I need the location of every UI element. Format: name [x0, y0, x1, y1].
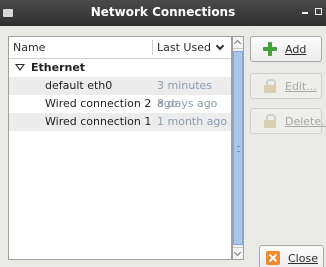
- list-scrollbar[interactable]: [232, 36, 244, 260]
- list-header: Name Last Used: [9, 37, 231, 59]
- delete-button-label: Delete...: [285, 115, 326, 128]
- close-button[interactable]: Close: [259, 245, 324, 267]
- expander-triangle-icon[interactable]: [15, 64, 25, 71]
- connection-name: default eth0: [45, 79, 113, 92]
- window-titlebar: Network Connections: [0, 0, 326, 26]
- delete-button[interactable]: Delete...: [250, 108, 326, 134]
- close-button-label: Close: [288, 252, 318, 265]
- scroll-grip-icon: [237, 146, 240, 152]
- column-header-name[interactable]: Name: [9, 37, 152, 58]
- edit-button-label: Edit...: [285, 80, 317, 93]
- connection-name: Wired connection 2: [45, 97, 152, 110]
- connection-last-used: 1 month ago: [157, 115, 228, 128]
- plus-icon: [263, 42, 277, 56]
- connection-last-used: 8 days ago: [157, 97, 218, 110]
- maximize-icon[interactable]: [315, 8, 322, 15]
- window-title: Network Connections: [90, 5, 236, 19]
- connections-list[interactable]: Name Last Used Ethernet default eth0 3 m…: [8, 36, 232, 260]
- lock-icon: [263, 114, 277, 128]
- lock-icon: [263, 79, 277, 93]
- scroll-down-icon[interactable]: [233, 247, 243, 259]
- scrollbar-thumb[interactable]: [233, 51, 243, 245]
- column-header-last-used-label: Last Used: [157, 41, 211, 54]
- list-item[interactable]: default eth0 3 minutes ago: [9, 77, 231, 110]
- group-row-ethernet[interactable]: Ethernet: [9, 59, 231, 77]
- connection-name: Wired connection 1: [45, 115, 152, 128]
- edit-button[interactable]: Edit...: [250, 73, 322, 99]
- list-item[interactable]: Wired connection 1 1 month ago: [9, 113, 231, 131]
- minimize-icon[interactable]: [302, 12, 308, 14]
- group-label: Ethernet: [31, 61, 86, 74]
- list-item[interactable]: Wired connection 2 8 days ago: [9, 95, 231, 113]
- column-header-name-label: Name: [13, 41, 46, 54]
- window-client-area: Name Last Used Ethernet default eth0 3 m…: [0, 26, 326, 267]
- sort-chevron-down-icon: [215, 41, 225, 51]
- add-button-label: Add: [285, 43, 307, 56]
- scroll-up-icon[interactable]: [233, 37, 243, 49]
- close-icon: [266, 251, 280, 265]
- add-button[interactable]: Add: [250, 36, 322, 62]
- column-header-last-used[interactable]: Last Used: [153, 37, 231, 58]
